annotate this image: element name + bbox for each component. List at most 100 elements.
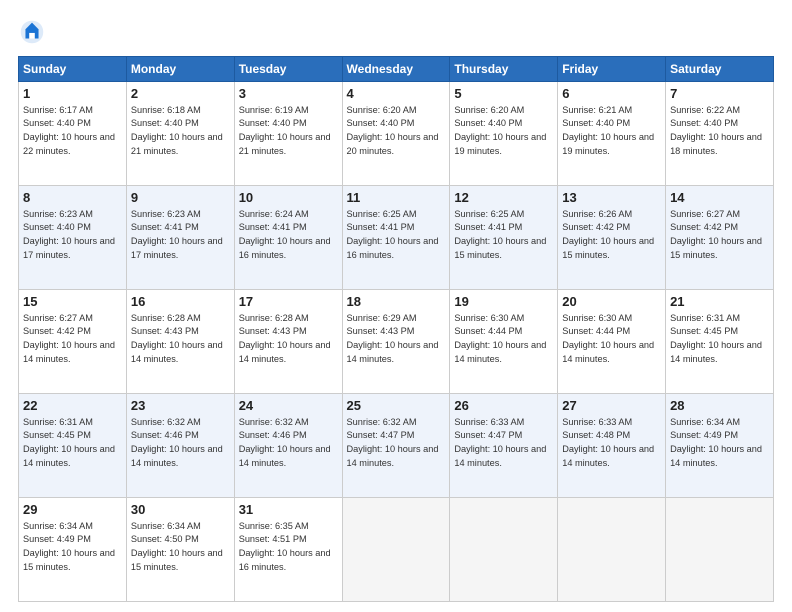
day-number: 22: [23, 397, 122, 415]
calendar-cell: 18 Sunrise: 6:29 AM Sunset: 4:43 PM Dayli…: [342, 290, 450, 394]
cell-info: Sunrise: 6:17 AM Sunset: 4:40 PM Dayligh…: [23, 105, 115, 156]
calendar-table: SundayMondayTuesdayWednesdayThursdayFrid…: [18, 56, 774, 602]
day-number: 12: [454, 189, 553, 207]
day-header: Monday: [126, 57, 234, 82]
day-number: 18: [347, 293, 446, 311]
calendar-cell: 8 Sunrise: 6:23 AM Sunset: 4:40 PM Daylig…: [19, 186, 127, 290]
calendar-cell: 17Sunrise: 6:28 AM Sunset: 4:43 PM Dayli…: [234, 290, 342, 394]
calendar-cell: 31 Sunrise: 6:35 AM Sunset: 4:51 PM Dayli…: [234, 498, 342, 602]
day-number: 4: [347, 85, 446, 103]
day-number: 25: [347, 397, 446, 415]
calendar-cell: 26 Sunrise: 6:33 AM Sunset: 4:47 PM Dayli…: [450, 394, 558, 498]
cell-info: Sunrise: 6:35 AM Sunset: 4:51 PM Dayligh…: [239, 521, 331, 572]
day-number: 14: [670, 189, 769, 207]
day-number: 3: [239, 85, 338, 103]
cell-info: Sunrise: 6:20 AM Sunset: 4:40 PM Dayligh…: [454, 105, 546, 156]
day-number: 24: [239, 397, 338, 415]
page: SundayMondayTuesdayWednesdayThursdayFrid…: [0, 0, 792, 612]
calendar-cell: 25Sunrise: 6:32 AM Sunset: 4:47 PM Dayli…: [342, 394, 450, 498]
day-number: 10: [239, 189, 338, 207]
day-number: 8: [23, 189, 122, 207]
day-number: 28: [670, 397, 769, 415]
cell-info: Sunrise: 6:24 AM Sunset: 4:41 PM Dayligh…: [239, 209, 331, 260]
cell-info: Sunrise: 6:33 AM Sunset: 4:47 PM Dayligh…: [454, 417, 546, 468]
calendar-cell: 30 Sunrise: 6:34 AM Sunset: 4:50 PM Dayli…: [126, 498, 234, 602]
day-number: 15: [23, 293, 122, 311]
cell-info: Sunrise: 6:33 AM Sunset: 4:48 PM Dayligh…: [562, 417, 654, 468]
calendar-cell: 9Sunrise: 6:23 AM Sunset: 4:41 PM Daylig…: [126, 186, 234, 290]
cell-info: Sunrise: 6:30 AM Sunset: 4:44 PM Dayligh…: [562, 313, 654, 364]
day-header: Sunday: [19, 57, 127, 82]
calendar-cell: 19 Sunrise: 6:30 AM Sunset: 4:44 PM Dayli…: [450, 290, 558, 394]
day-header: Tuesday: [234, 57, 342, 82]
calendar-cell: 11 Sunrise: 6:25 AM Sunset: 4:41 PM Dayli…: [342, 186, 450, 290]
day-number: 17: [239, 293, 338, 311]
cell-info: Sunrise: 6:34 AM Sunset: 4:49 PM Dayligh…: [23, 521, 115, 572]
day-number: 1: [23, 85, 122, 103]
calendar-cell: [666, 498, 774, 602]
cell-info: Sunrise: 6:25 AM Sunset: 4:41 PM Dayligh…: [454, 209, 546, 260]
calendar-cell: 3Sunrise: 6:19 AM Sunset: 4:40 PM Daylig…: [234, 82, 342, 186]
day-number: 27: [562, 397, 661, 415]
day-number: 6: [562, 85, 661, 103]
header: [18, 18, 774, 46]
calendar-cell: 12 Sunrise: 6:25 AM Sunset: 4:41 PM Dayli…: [450, 186, 558, 290]
day-number: 21: [670, 293, 769, 311]
day-number: 13: [562, 189, 661, 207]
cell-info: Sunrise: 6:34 AM Sunset: 4:49 PM Dayligh…: [670, 417, 762, 468]
day-number: 23: [131, 397, 230, 415]
logo-icon: [18, 18, 46, 46]
day-header: Saturday: [666, 57, 774, 82]
day-number: 16: [131, 293, 230, 311]
day-header: Friday: [558, 57, 666, 82]
calendar-cell: 22 Sunrise: 6:31 AM Sunset: 4:45 PM Dayli…: [19, 394, 127, 498]
day-number: 30: [131, 501, 230, 519]
calendar-week-row: 1 Sunrise: 6:17 AM Sunset: 4:40 PM Daylig…: [19, 82, 774, 186]
day-header: Thursday: [450, 57, 558, 82]
calendar-cell: [450, 498, 558, 602]
day-number: 11: [347, 189, 446, 207]
calendar-cell: 10 Sunrise: 6:24 AM Sunset: 4:41 PM Dayli…: [234, 186, 342, 290]
cell-info: Sunrise: 6:32 AM Sunset: 4:46 PM Dayligh…: [239, 417, 331, 468]
day-header: Wednesday: [342, 57, 450, 82]
calendar-cell: 13 Sunrise: 6:26 AM Sunset: 4:42 PM Dayli…: [558, 186, 666, 290]
day-number: 7: [670, 85, 769, 103]
day-number: 20: [562, 293, 661, 311]
day-number: 29: [23, 501, 122, 519]
cell-info: Sunrise: 6:27 AM Sunset: 4:42 PM Dayligh…: [23, 313, 115, 364]
calendar-cell: 1 Sunrise: 6:17 AM Sunset: 4:40 PM Daylig…: [19, 82, 127, 186]
calendar-cell: 2Sunrise: 6:18 AM Sunset: 4:40 PM Daylig…: [126, 82, 234, 186]
cell-info: Sunrise: 6:26 AM Sunset: 4:42 PM Dayligh…: [562, 209, 654, 260]
calendar-week-row: 8 Sunrise: 6:23 AM Sunset: 4:40 PM Daylig…: [19, 186, 774, 290]
calendar-week-row: 15 Sunrise: 6:27 AM Sunset: 4:42 PM Dayli…: [19, 290, 774, 394]
day-number: 31: [239, 501, 338, 519]
calendar-week-row: 22 Sunrise: 6:31 AM Sunset: 4:45 PM Dayli…: [19, 394, 774, 498]
day-number: 9: [131, 189, 230, 207]
cell-info: Sunrise: 6:23 AM Sunset: 4:40 PM Dayligh…: [23, 209, 115, 260]
calendar-cell: 4 Sunrise: 6:20 AM Sunset: 4:40 PM Daylig…: [342, 82, 450, 186]
calendar-cell: 24 Sunrise: 6:32 AM Sunset: 4:46 PM Dayli…: [234, 394, 342, 498]
cell-info: Sunrise: 6:34 AM Sunset: 4:50 PM Dayligh…: [131, 521, 223, 572]
cell-info: Sunrise: 6:22 AM Sunset: 4:40 PM Dayligh…: [670, 105, 762, 156]
calendar-cell: 16Sunrise: 6:28 AM Sunset: 4:43 PM Dayli…: [126, 290, 234, 394]
calendar-cell: 15 Sunrise: 6:27 AM Sunset: 4:42 PM Dayli…: [19, 290, 127, 394]
calendar-cell: 27 Sunrise: 6:33 AM Sunset: 4:48 PM Dayli…: [558, 394, 666, 498]
calendar-cell: 5 Sunrise: 6:20 AM Sunset: 4:40 PM Daylig…: [450, 82, 558, 186]
calendar-cell: 20 Sunrise: 6:30 AM Sunset: 4:44 PM Dayli…: [558, 290, 666, 394]
cell-info: Sunrise: 6:21 AM Sunset: 4:40 PM Dayligh…: [562, 105, 654, 156]
day-number: 19: [454, 293, 553, 311]
calendar-cell: [342, 498, 450, 602]
cell-info: Sunrise: 6:25 AM Sunset: 4:41 PM Dayligh…: [347, 209, 439, 260]
calendar-body: 1 Sunrise: 6:17 AM Sunset: 4:40 PM Daylig…: [19, 82, 774, 602]
cell-info: Sunrise: 6:20 AM Sunset: 4:40 PM Dayligh…: [347, 105, 439, 156]
logo: [18, 18, 50, 46]
day-number: 5: [454, 85, 553, 103]
cell-info: Sunrise: 6:31 AM Sunset: 4:45 PM Dayligh…: [23, 417, 115, 468]
cell-info: Sunrise: 6:29 AM Sunset: 4:43 PM Dayligh…: [347, 313, 439, 364]
calendar-week-row: 29 Sunrise: 6:34 AM Sunset: 4:49 PM Dayli…: [19, 498, 774, 602]
calendar-cell: 21Sunrise: 6:31 AM Sunset: 4:45 PM Dayli…: [666, 290, 774, 394]
calendar-cell: 14Sunrise: 6:27 AM Sunset: 4:42 PM Dayli…: [666, 186, 774, 290]
calendar-cell: 29 Sunrise: 6:34 AM Sunset: 4:49 PM Dayli…: [19, 498, 127, 602]
day-number: 26: [454, 397, 553, 415]
cell-info: Sunrise: 6:30 AM Sunset: 4:44 PM Dayligh…: [454, 313, 546, 364]
